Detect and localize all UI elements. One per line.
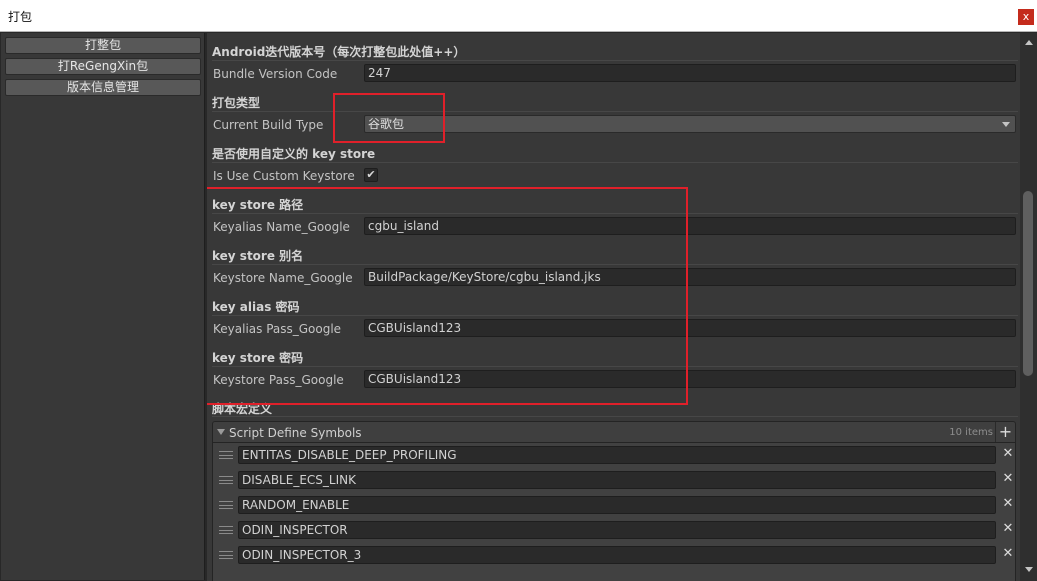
sidebar: 打整包 打ReGengXin包 版本信息管理 [1,33,205,580]
use-custom-keystore-checkbox[interactable]: ✔ [364,168,378,182]
section-header-build-type: 打包类型 [212,96,261,110]
window-titlebar: 打包 x [0,0,1037,32]
symbol-field[interactable]: DISABLE_ECS_LINK [238,471,996,489]
remove-item-button[interactable]: ✕ [1001,546,1015,562]
annotation-box-build-type [333,93,445,143]
add-item-button[interactable]: + [995,422,1015,442]
bundle-version-code-label: Bundle Version Code [213,67,338,81]
section-header-android-version: Android迭代版本号（每次打整包此处值++） [212,45,466,59]
scroll-thumb[interactable] [1023,191,1033,376]
scroll-up-icon[interactable] [1025,40,1033,45]
foldout-arrow-icon[interactable] [217,429,225,435]
close-button[interactable]: x [1018,9,1034,25]
bundle-version-code-field[interactable]: 247 [364,64,1016,82]
use-custom-keystore-label: Is Use Custom Keystore [213,169,355,183]
symbol-field[interactable]: ODIN_INSPECTOR [238,521,996,539]
divider [212,60,1018,61]
script-define-symbols-header[interactable]: Script Define Symbols 10 items + [212,421,1016,443]
script-define-symbols-list: ENTITAS_DISABLE_DEEP_PROFILING ✕ DISABLE… [212,443,1016,581]
scroll-down-icon[interactable] [1025,567,1033,572]
annotation-box-keystore [207,187,688,405]
list-item: ODIN_INSPECTOR_3 ✕ [213,543,1017,568]
chevron-down-icon [1002,122,1010,127]
inspector-panel: Android迭代版本号（每次打整包此处值++） Bundle Version … [207,33,1037,581]
divider [212,416,1018,417]
current-build-type-dropdown[interactable]: 谷歌包 [364,115,1016,133]
current-build-type-label: Current Build Type [213,118,324,132]
section-header-custom-keystore: 是否使用自定义的 key store [212,147,376,161]
symbol-field[interactable]: ENTITAS_DISABLE_DEEP_PROFILING [238,446,996,464]
script-define-symbols-title: Script Define Symbols [229,426,362,440]
sidebar-item-full-package[interactable]: 打整包 [5,37,201,54]
symbol-field[interactable]: ODIN_INSPECTOR_3 [238,546,996,564]
drag-handle-icon[interactable] [219,451,233,459]
window-title: 打包 [8,10,33,24]
remove-item-button[interactable]: ✕ [1001,521,1015,537]
drag-handle-icon[interactable] [219,501,233,509]
checkmark-icon: ✔ [366,168,376,181]
divider [212,162,1018,163]
remove-item-button[interactable]: ✕ [1001,446,1015,462]
drag-handle-icon[interactable] [219,476,233,484]
vertical-scrollbar[interactable] [1020,33,1037,581]
list-item: DISABLE_ECS_LINK ✕ [213,468,1017,493]
remove-item-button[interactable]: ✕ [1001,471,1015,487]
drag-handle-icon[interactable] [219,526,233,534]
list-item: ENTITAS_DISABLE_DEEP_PROFILING ✕ [213,443,1017,468]
sidebar-item-version-management[interactable]: 版本信息管理 [5,79,201,96]
remove-item-button[interactable]: ✕ [1001,496,1015,512]
item-count-badge: 10 items [949,427,993,438]
drag-handle-icon[interactable] [219,551,233,559]
list-item: RANDOM_ENABLE ✕ [213,493,1017,518]
inspector-content: Android迭代版本号（每次打整包此处值++） Bundle Version … [207,33,1019,581]
sidebar-item-regengxin-package[interactable]: 打ReGengXin包 [5,58,201,75]
symbol-field[interactable]: RANDOM_ENABLE [238,496,996,514]
list-item: ODIN_INSPECTOR ✕ [213,518,1017,543]
